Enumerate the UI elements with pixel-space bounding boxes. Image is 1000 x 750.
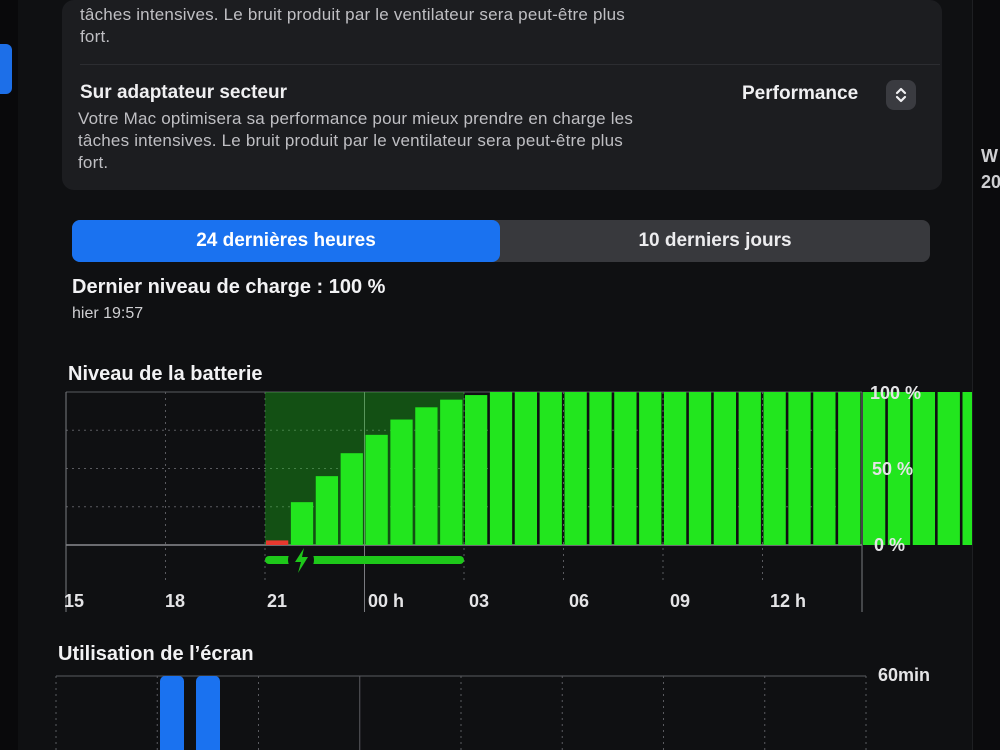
battery-level-bar bbox=[514, 392, 538, 545]
battery-x-tick: 06 bbox=[569, 591, 590, 611]
battery-level-bar bbox=[614, 392, 637, 545]
battery-x-tick: 15 bbox=[64, 591, 85, 611]
battery-level-bar bbox=[440, 399, 463, 545]
battery-x-tick: 18 bbox=[165, 591, 186, 611]
battery-y-tick: 50 % bbox=[872, 459, 914, 479]
screen-usage-title: Utilisation de l’écran bbox=[58, 643, 254, 665]
battery-level-bar bbox=[639, 392, 662, 545]
battery-level-bar bbox=[713, 392, 737, 545]
edge-text: 20 bbox=[981, 172, 1000, 192]
battery-level-bar bbox=[788, 392, 811, 545]
battery-level-bar bbox=[564, 392, 587, 545]
battery-level-bar bbox=[813, 392, 836, 545]
battery-level-bar bbox=[763, 392, 786, 545]
battery-level-chart bbox=[55, 391, 1000, 750]
battery-level-bar bbox=[539, 392, 562, 545]
battery-level-bar bbox=[390, 419, 413, 545]
battery-level-bar bbox=[290, 502, 314, 545]
screen-usage-bar bbox=[160, 676, 184, 750]
battery-x-tick: 21 bbox=[267, 591, 288, 611]
screen-usage-y-tick: 60min bbox=[878, 665, 931, 685]
battery-level-bar bbox=[465, 395, 488, 545]
battery-level-bar bbox=[912, 392, 936, 545]
edge-text: W bbox=[981, 146, 998, 166]
battery-level-bar bbox=[415, 407, 438, 545]
adjacent-window-edge: W 20 bbox=[972, 0, 1000, 750]
battery-level-bar bbox=[315, 476, 339, 545]
battery-level-bar bbox=[266, 540, 289, 545]
battery-level-bar bbox=[589, 392, 612, 545]
battery-level-bar bbox=[340, 453, 363, 545]
battery-x-tick: 03 bbox=[469, 591, 490, 611]
battery-level-bar bbox=[365, 434, 388, 545]
battery-level-bar bbox=[664, 392, 687, 545]
battery-x-tick: 00 h bbox=[368, 591, 405, 611]
battery-level-bar bbox=[838, 392, 861, 545]
battery-level-bar bbox=[489, 392, 513, 545]
battery-level-bar bbox=[738, 392, 761, 545]
battery-x-tick: 09 bbox=[670, 591, 691, 611]
battery-x-tick: 12 h bbox=[770, 591, 807, 611]
battery-y-tick: 0 % bbox=[874, 535, 906, 555]
battery-level-bar bbox=[937, 392, 960, 545]
screen-usage-bar bbox=[196, 676, 220, 750]
battery-y-tick: 100 % bbox=[870, 383, 922, 403]
battery-level-bar bbox=[688, 392, 712, 545]
